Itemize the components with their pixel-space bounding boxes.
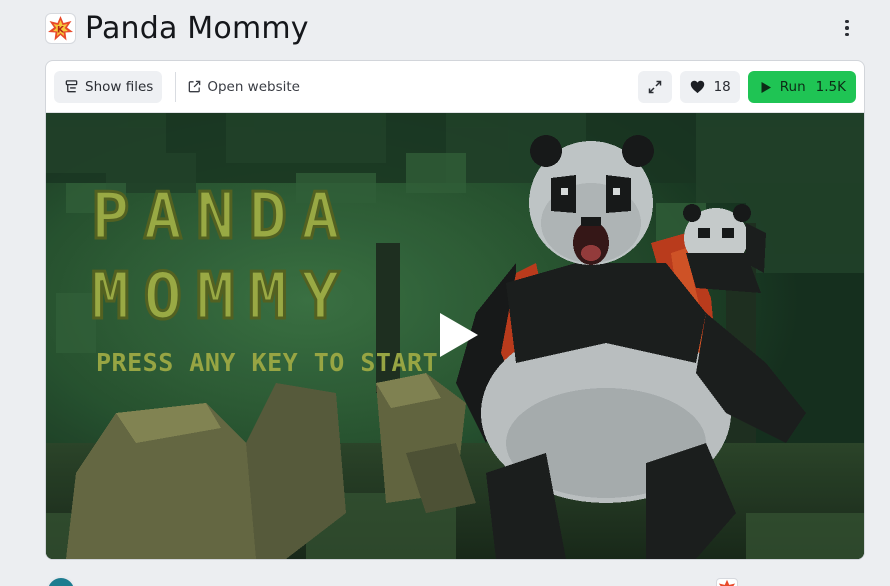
play-overlay-icon xyxy=(440,313,478,357)
svg-text:K: K xyxy=(57,25,65,35)
replit-style-badge-icon: K xyxy=(48,15,73,40)
likes-count: 18 xyxy=(713,79,731,95)
external-link-icon xyxy=(189,80,201,93)
mini-app-logo xyxy=(716,578,738,586)
app-card: Show files Open website 18 Run 1.5K PAND… xyxy=(45,60,865,560)
run-count: 1.5K xyxy=(815,79,846,95)
toolbar-divider xyxy=(175,71,177,102)
heart-icon xyxy=(690,80,704,94)
like-button[interactable]: 18 xyxy=(679,71,740,103)
play-overlay-button[interactable] xyxy=(432,309,484,361)
page-header: K Panda Mommy xyxy=(45,10,865,46)
app-logo: K xyxy=(45,12,76,44)
run-label: Run xyxy=(779,79,806,95)
open-website-link[interactable]: Open website xyxy=(185,71,302,103)
toolbar-actions: 18 Run 1.5K xyxy=(637,71,856,103)
page-title: Panda Mommy xyxy=(85,10,309,46)
author-avatar[interactable] xyxy=(46,576,76,586)
show-files-label: Show files xyxy=(85,78,154,95)
replit-style-badge-icon xyxy=(718,579,736,586)
run-button[interactable]: Run 1.5K xyxy=(747,71,856,103)
play-icon xyxy=(761,81,771,93)
open-website-label: Open website xyxy=(207,78,300,95)
toolbar: Show files Open website 18 Run 1.5K xyxy=(46,61,864,113)
game-preview[interactable]: PANDA MOMMY PRESS ANY KEY TO START xyxy=(46,113,864,559)
files-icon xyxy=(65,80,78,93)
expand-icon xyxy=(648,80,661,94)
fullscreen-button[interactable] xyxy=(637,71,672,103)
kebab-menu-icon[interactable] xyxy=(835,14,859,42)
show-files-button[interactable]: Show files xyxy=(54,70,163,103)
